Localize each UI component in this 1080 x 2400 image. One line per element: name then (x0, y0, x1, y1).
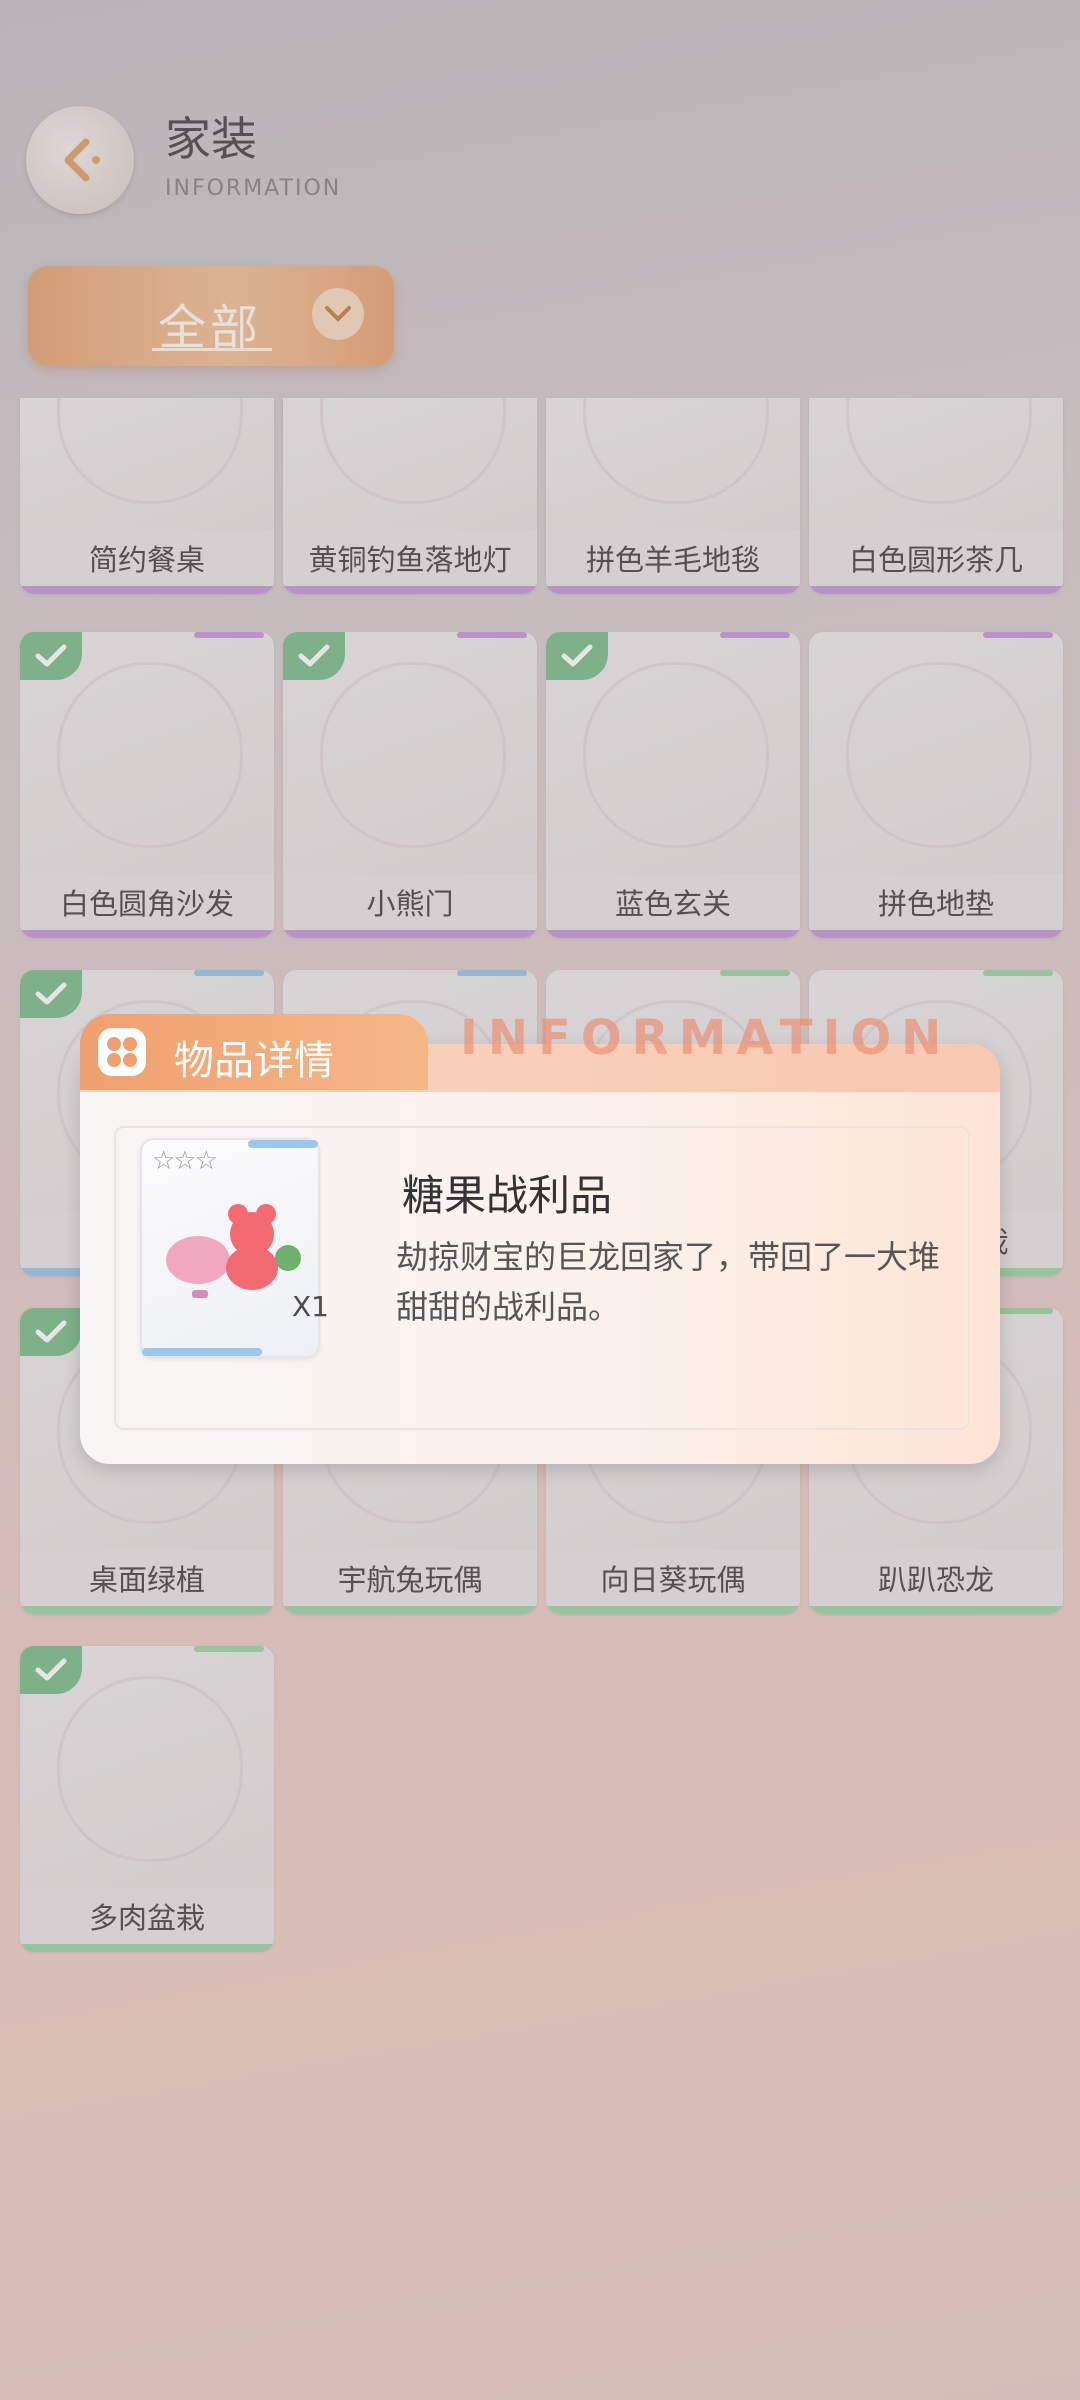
item-thumbnail: ☆☆☆ X1 (140, 1138, 329, 1358)
card-ring (320, 398, 506, 504)
item-card[interactable]: 蓝色玄关 (546, 632, 800, 938)
item-card-label: 简约餐桌 (20, 530, 274, 586)
item-card-label: 白色圆形茶几 (809, 530, 1063, 586)
filter-underline (152, 348, 272, 351)
rarity-bar (546, 930, 800, 938)
item-card-label: 蓝色玄关 (546, 874, 800, 930)
checkmark-icon (20, 1646, 82, 1694)
category-filter-dropdown[interactable]: 全部 (28, 266, 394, 366)
card-ring (57, 398, 243, 504)
modal-ghost-text: INFORMATION (460, 1010, 952, 1066)
rarity-bar (20, 930, 274, 938)
rarity-tab (194, 970, 264, 976)
back-button[interactable] (26, 106, 134, 214)
item-quantity: X1 (292, 1290, 329, 1323)
item-card-label: 黄铜钓鱼落地灯 (283, 530, 537, 586)
rarity-bar (283, 586, 537, 594)
item-card-label: 宇航兔玩偶 (283, 1550, 537, 1606)
rarity-bar (20, 586, 274, 594)
rarity-tab (720, 632, 790, 638)
item-card-label: 拼色地垫 (809, 874, 1063, 930)
item-card[interactable]: 拼色地垫 (809, 632, 1063, 938)
card-ring (57, 662, 243, 848)
checkmark-icon (283, 632, 345, 680)
checkmark-icon (20, 632, 82, 680)
item-card[interactable]: 黄铜钓鱼落地灯 (283, 398, 537, 594)
item-card[interactable]: 拼色羊毛地毯 (546, 398, 800, 594)
rarity-bar (546, 586, 800, 594)
candy-loot-icon (166, 1204, 301, 1298)
item-card[interactable]: 多肉盆栽 (20, 1646, 274, 1952)
item-card-label: 多肉盆栽 (20, 1888, 274, 1944)
item-card[interactable]: 白色圆形茶几 (809, 398, 1063, 594)
rarity-tab (983, 632, 1053, 638)
modal-tab: 物品详情 (80, 1014, 428, 1090)
item-name: 糖果战利品 (402, 1171, 613, 1220)
checkmark-icon (546, 632, 608, 680)
item-card-label: 桌面绿植 (20, 1550, 274, 1606)
card-ring (583, 398, 769, 504)
rarity-bar (809, 586, 1063, 594)
rarity-bar (809, 1606, 1063, 1614)
grid-icon (98, 1028, 146, 1076)
card-ring (57, 1676, 243, 1862)
card-ring (320, 662, 506, 848)
item-card-label: 拼色羊毛地毯 (546, 530, 800, 586)
rarity-bar (20, 1606, 274, 1614)
rarity-line-bottom (142, 1348, 262, 1356)
checkmark-icon (20, 1308, 82, 1356)
item-card-label: 白色圆角沙发 (20, 874, 274, 930)
card-ring (846, 398, 1032, 504)
back-arrow-icon (64, 138, 100, 182)
item-card[interactable]: 白色圆角沙发 (20, 632, 274, 938)
rarity-tab (983, 970, 1053, 976)
rarity-tab (457, 970, 527, 976)
item-card-label: 趴趴恐龙 (809, 1550, 1063, 1606)
card-ring (846, 662, 1032, 848)
item-card[interactable]: 小熊门 (283, 632, 537, 938)
page-title: 家装 (165, 112, 257, 166)
rarity-bar (283, 930, 537, 938)
item-description: 劫掠财宝的巨龙回家了，带回了一大堆甜甜的战利品。 (396, 1238, 941, 1326)
card-ring (583, 662, 769, 848)
rarity-bar (283, 1606, 537, 1614)
rarity-bar (20, 1944, 274, 1952)
item-card-label: 向日葵玩偶 (546, 1550, 800, 1606)
rarity-bar (546, 1606, 800, 1614)
rarity-tab (194, 632, 264, 638)
rarity-tab (194, 1646, 264, 1652)
chevron-down-icon (312, 288, 364, 340)
rarity-tab (457, 632, 527, 638)
item-detail-modal: ☆☆☆ X1 糖果战利品 劫掠财宝的巨龙回家了，带回了一大堆甜甜的战利品。 (80, 1044, 1000, 1464)
item-card-label: 小熊门 (283, 874, 537, 930)
checkmark-icon (20, 970, 82, 1018)
modal-tab-label: 物品详情 (174, 1038, 334, 1084)
rarity-bar (809, 930, 1063, 938)
item-card[interactable]: 简约餐桌 (20, 398, 274, 594)
rarity-tab (720, 970, 790, 976)
page-subtitle: INFORMATION (165, 176, 342, 201)
